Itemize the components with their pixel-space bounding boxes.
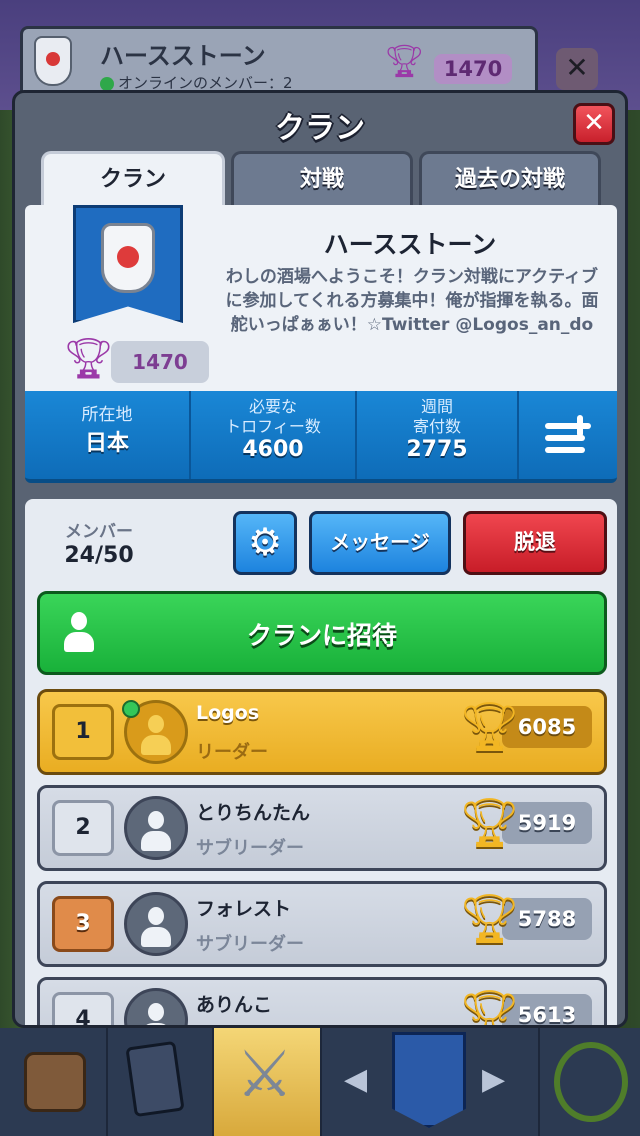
invite-button[interactable]: クランに招待 (37, 591, 607, 675)
clan-description: わしの酒場へようこそ！クラン対戦にアクティブに参加してくれる方募集中！俺が指揮を… (225, 267, 599, 335)
chest-icon (24, 1052, 86, 1112)
tab-war[interactable]: 対戦 (231, 151, 413, 209)
nav-battle[interactable]: ⚔ (214, 1028, 322, 1136)
chevron-left-icon[interactable]: ◀ (344, 1062, 367, 1097)
cards-icon (125, 1040, 185, 1118)
member-name: ありんこ (196, 994, 273, 1016)
person-icon (141, 811, 171, 853)
clan-shield-icon (392, 1032, 466, 1128)
gear-icon: ⚙ (247, 520, 283, 564)
tab-clan[interactable]: クラン (41, 151, 225, 209)
chevron-right-icon[interactable]: ▶ (482, 1062, 505, 1097)
person-icon (141, 907, 171, 949)
members-label: メンバー (65, 522, 133, 542)
stat-location: 所在地 日本 (25, 391, 191, 479)
clan-name: ハースストーン (323, 230, 497, 259)
avatar (124, 988, 188, 1025)
crossed-swords-icon: ⚔ (236, 1038, 294, 1112)
modal-header: クラン ✕ (15, 93, 625, 155)
tab-war-history[interactable]: 過去の対戦 (419, 151, 601, 209)
member-row[interactable]: 3 フォレスト サブリーダー 5788 🏆︎ (37, 881, 607, 967)
stat-weekly-donations: 週間 寄付数 2775 (357, 391, 519, 479)
avatar (124, 796, 188, 860)
leave-button[interactable]: 脱退 (463, 511, 607, 575)
members-count: 24/50 (64, 543, 134, 568)
stat-weekly-donations-value: 2775 (406, 437, 468, 462)
laurel-icon (554, 1042, 628, 1122)
avatar (124, 892, 188, 956)
stat-location-value: 日本 (84, 431, 129, 456)
clan-menu-plus-icon[interactable] (539, 409, 599, 457)
nav-tournaments[interactable] (540, 1028, 640, 1136)
nav-clan[interactable]: ◀ ▶ (322, 1028, 540, 1136)
members-panel: メンバー 24/50 ⚙ メッセージ 脱退 クランに招待 1 Logos リーダ… (25, 499, 617, 1028)
member-rank: 1 (52, 704, 114, 760)
background-trophy-icon: 🏆︎ (384, 42, 425, 80)
online-status-icon (122, 700, 140, 718)
clan-stats-bar: 所在地 日本 必要な トロフィー数 4600 週間 寄付数 2775 (25, 391, 617, 483)
gold-trophy-icon: 🏆︎ (459, 891, 520, 947)
member-rank: 4 (52, 992, 114, 1025)
message-button[interactable]: メッセージ (309, 511, 451, 575)
background-clan-badge-icon (34, 36, 72, 86)
background-trophy-count: 1470 (434, 54, 512, 84)
settings-button[interactable]: ⚙ (233, 511, 297, 575)
gold-trophy-icon: 🏆︎ (459, 795, 520, 851)
member-name: Logos (196, 702, 260, 724)
person-icon (141, 715, 171, 757)
gold-trophy-icon: 🏆︎ (459, 699, 520, 755)
close-button[interactable]: ✕ (573, 103, 615, 145)
modal-title: クラン (275, 111, 365, 146)
member-row[interactable]: 1 Logos リーダー 6085 🏆︎ (37, 689, 607, 775)
member-name: フォレスト (196, 898, 292, 920)
member-role: サブリーダー (196, 838, 304, 859)
clan-info-panel: 🏆︎ 1470 ハースストーン わしの酒場へようこそ！クラン対戦にアクティブに参… (25, 205, 617, 393)
nav-shop[interactable] (0, 1028, 108, 1136)
stat-required-trophies-label: 必要な トロフィー数 (225, 397, 321, 436)
member-row[interactable]: 2 とりちんたん サブリーダー 5919 🏆︎ (37, 785, 607, 871)
clan-trophy-count: 1470 (111, 341, 209, 383)
member-rank: 2 (52, 800, 114, 856)
member-role: サブリーダー (196, 934, 304, 955)
person-icon (141, 1003, 171, 1025)
purple-trophy-icon: 🏆︎ (63, 336, 114, 382)
bottom-nav: ⚔ ◀ ▶ (0, 1028, 640, 1136)
clan-modal: クラン ✕ クラン 対戦 過去の対戦 🏆︎ 1470 ハースストーン わしの酒場… (12, 90, 628, 1028)
stat-required-trophies: 必要な トロフィー数 4600 (191, 391, 357, 479)
clan-badge-icon (101, 223, 155, 293)
tab-bar: クラン 対戦 過去の対戦 (41, 151, 601, 209)
stat-location-label: 所在地 (81, 405, 133, 425)
member-rank: 3 (52, 896, 114, 952)
member-row[interactable]: 4 ありんこ 5613 🏆︎ (37, 977, 607, 1028)
member-name: とりちんたん (196, 802, 311, 824)
background-close-icon: ✕ (556, 48, 598, 90)
online-dot-icon (100, 76, 114, 91)
gold-trophy-icon: 🏆︎ (459, 987, 520, 1028)
background-clan-name: ハースストーン (100, 42, 266, 70)
stat-weekly-donations-label: 週間 寄付数 (412, 397, 461, 436)
member-role: リーダー (196, 742, 268, 763)
stat-required-trophies-value: 4600 (242, 437, 304, 462)
invite-label: クランに招待 (246, 621, 397, 650)
nav-cards[interactable] (108, 1028, 214, 1136)
